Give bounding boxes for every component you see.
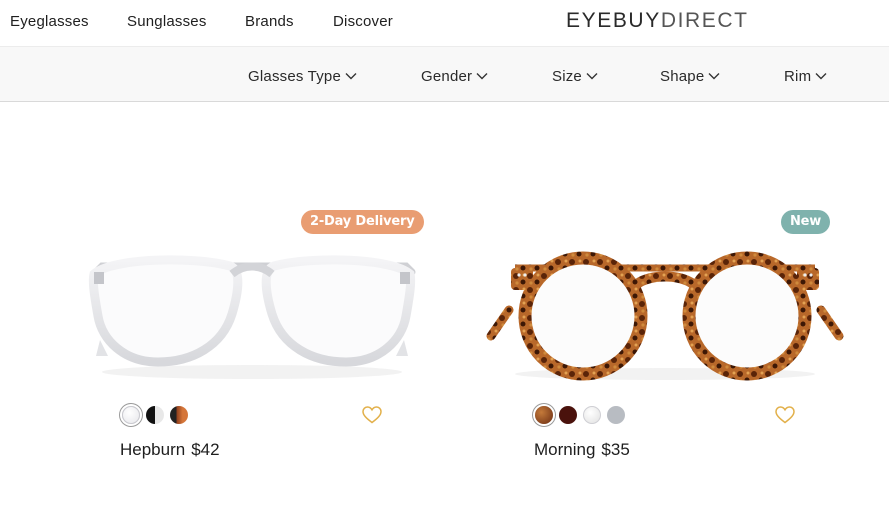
filter-label: Glasses Type <box>248 68 342 85</box>
logo-bold: EYEBUY <box>566 9 661 32</box>
swatch-tortoise[interactable] <box>535 406 553 424</box>
product-name: Hepburn <box>120 440 186 459</box>
product-name: Morning <box>534 440 596 459</box>
product-price: $35 <box>601 440 630 459</box>
new-badge: New <box>781 210 831 234</box>
heart-icon[interactable] <box>775 406 795 424</box>
swatch-tortoise[interactable] <box>170 406 188 424</box>
delivery-badge: 2-Day Delivery <box>301 210 424 234</box>
nav-eyeglasses[interactable]: Eyeglasses <box>10 13 89 30</box>
product-price: $42 <box>191 440 220 459</box>
swatch-clear[interactable] <box>122 406 140 424</box>
swatch-gray[interactable] <box>607 406 625 424</box>
top-navigation: Eyeglasses Sunglasses Brands Discover EY… <box>0 0 889 46</box>
nav-discover[interactable]: Discover <box>333 13 393 30</box>
filter-bar: Glasses Type Gender Size Shape Rim <box>0 46 889 102</box>
filter-label: Size <box>552 68 582 85</box>
filter-label: Gender <box>421 68 473 85</box>
product-image-tortoise-frame[interactable] <box>485 244 845 384</box>
product-name-price[interactable]: Morning $35 <box>534 440 630 460</box>
filter-size[interactable]: Size <box>552 68 598 85</box>
chevron-down-icon <box>708 73 720 80</box>
color-swatches <box>535 406 625 424</box>
product-image-clear-frame[interactable] <box>72 244 432 384</box>
filter-shape[interactable]: Shape <box>660 68 720 85</box>
swatch-black[interactable] <box>146 406 164 424</box>
swatch-burgundy[interactable] <box>559 406 577 424</box>
logo-thin: DIRECT <box>660 9 749 32</box>
chevron-down-icon <box>815 73 827 80</box>
product-card: 2-Day Delivery Hepburn $42 <box>72 200 432 480</box>
filter-rim[interactable]: Rim <box>784 68 827 85</box>
filter-glasses-type[interactable]: Glasses Type <box>248 68 357 85</box>
filter-label: Rim <box>784 68 812 85</box>
chevron-down-icon <box>476 73 488 80</box>
logo[interactable]: EYEBUYDIRECT <box>566 9 749 33</box>
heart-icon[interactable] <box>362 406 382 424</box>
swatch-clear[interactable] <box>583 406 601 424</box>
nav-brands[interactable]: Brands <box>245 13 294 30</box>
chevron-down-icon <box>586 73 598 80</box>
color-swatches <box>122 406 188 424</box>
chevron-down-icon <box>345 73 357 80</box>
product-card: New Morning $35 <box>485 200 845 480</box>
filter-label: Shape <box>660 68 705 85</box>
product-name-price[interactable]: Hepburn $42 <box>120 440 220 460</box>
filter-gender[interactable]: Gender <box>421 68 488 85</box>
nav-sunglasses[interactable]: Sunglasses <box>127 13 207 30</box>
